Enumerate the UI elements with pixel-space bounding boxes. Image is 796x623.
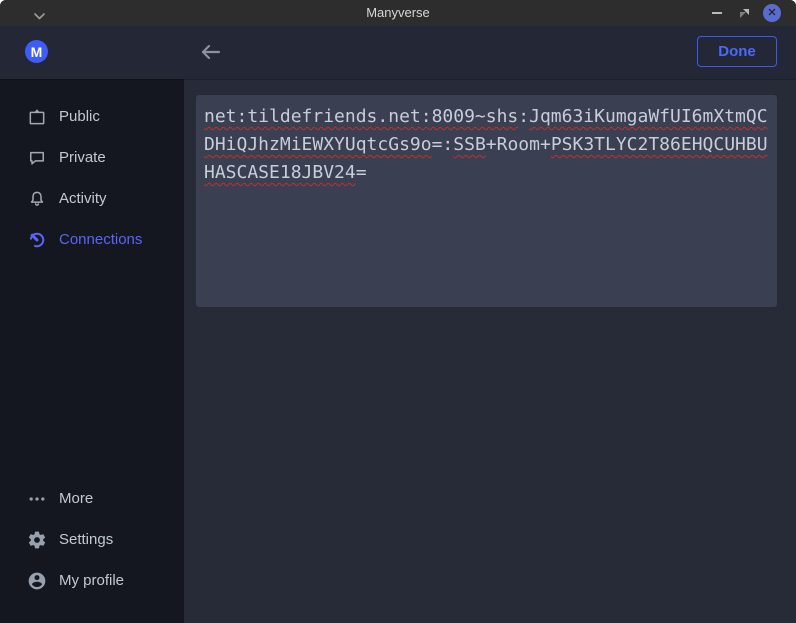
sidebar-footer: More Settings My profile	[0, 478, 184, 601]
app-header: M Done	[0, 26, 796, 79]
minimize-icon	[712, 12, 722, 14]
sidebar-item-more[interactable]: More	[0, 478, 184, 519]
invite-code-line: HASCASE18JBV24=	[204, 159, 769, 187]
sidebar-nav: Public Private Activity	[0, 79, 184, 260]
invite-code-line: DHiQJhzMiEWXYUqtcGs9o=:SSB+Room+PSK3TLYC…	[204, 131, 769, 159]
manyverse-window: Manyverse ✕ M Done	[0, 0, 796, 623]
sidebar: Public Private Activity	[0, 79, 184, 623]
sidebar-item-label: More	[59, 490, 93, 507]
account-circle-icon	[27, 571, 47, 591]
invite-code-line: net:tildefriends.net:8009~shs:Jqm63iKumg…	[204, 103, 769, 131]
bell-icon	[27, 189, 47, 209]
manyverse-logo-icon[interactable]: M	[25, 40, 48, 63]
invite-code-field[interactable]: net:tildefriends.net:8009~shs:Jqm63iKumg…	[196, 95, 777, 307]
sidebar-item-my-profile[interactable]: My profile	[0, 560, 184, 601]
bulletin-board-icon	[27, 107, 47, 127]
sidebar-item-label: Private	[59, 149, 106, 166]
sidebar-item-connections[interactable]: Connections	[0, 219, 184, 260]
window-title: Manyverse	[0, 0, 796, 26]
sidebar-item-label: Connections	[59, 231, 142, 248]
sidebar-item-label: Activity	[59, 190, 107, 207]
titlebar[interactable]: Manyverse ✕	[0, 0, 796, 27]
arrow-left-icon	[198, 42, 222, 62]
sidebar-item-activity[interactable]: Activity	[0, 178, 184, 219]
sidebar-item-settings[interactable]: Settings	[0, 519, 184, 560]
sidebar-item-label: Public	[59, 108, 100, 125]
sidebar-item-label: My profile	[59, 572, 124, 589]
main-content: net:tildefriends.net:8009~shs:Jqm63iKumg…	[184, 79, 796, 623]
restore-window-icon	[739, 8, 750, 19]
message-bubble-icon	[27, 148, 47, 168]
restore-window-button[interactable]	[733, 0, 755, 26]
minimize-button[interactable]	[706, 0, 728, 26]
close-icon: ✕	[763, 4, 781, 22]
gear-icon	[27, 530, 47, 550]
back-button[interactable]	[198, 42, 224, 64]
done-button[interactable]: Done	[697, 36, 777, 67]
close-button[interactable]: ✕	[761, 0, 783, 26]
ellipsis-icon	[27, 489, 47, 509]
sidebar-item-label: Settings	[59, 531, 113, 548]
sidebar-item-public[interactable]: Public	[0, 96, 184, 137]
sidebar-item-private[interactable]: Private	[0, 137, 184, 178]
connections-gauge-icon	[27, 230, 47, 250]
